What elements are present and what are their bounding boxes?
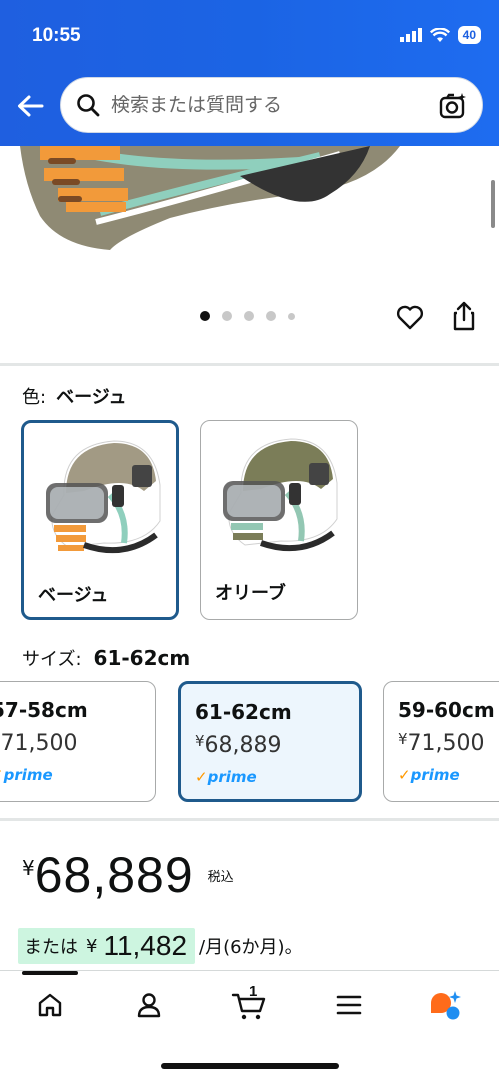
- search-bar[interactable]: [60, 77, 483, 133]
- scrollbar[interactable]: [491, 180, 495, 228]
- size-option-size: 61-62cm: [195, 700, 292, 724]
- size-label: サイズ: 61-62cm: [22, 645, 190, 671]
- battery-indicator: 40: [457, 26, 481, 44]
- pager-dot[interactable]: [200, 311, 210, 321]
- size-option-size: 59-60cm: [398, 698, 495, 722]
- color-label-title: 色:: [22, 387, 47, 408]
- color-option-label: オリーブ: [215, 583, 286, 604]
- prime-badge: ✓prime: [195, 768, 257, 786]
- image-pager[interactable]: [200, 311, 295, 321]
- wifi-icon: [429, 27, 450, 42]
- camera-search-icon[interactable]: [438, 91, 468, 121]
- size-option-price: ¥68,889: [195, 732, 282, 758]
- tab-home[interactable]: [30, 985, 70, 1025]
- size-option-price: ¥71,500: [0, 730, 78, 756]
- app-header: 10:55 40: [0, 0, 499, 146]
- rufus-icon: [431, 991, 461, 1020]
- size-option-selected[interactable]: 61-62cm ¥68,889 ✓prime: [178, 681, 362, 802]
- home-indicator: [161, 1063, 339, 1069]
- active-tab-indicator: [22, 971, 78, 975]
- tab-menu[interactable]: [329, 985, 369, 1025]
- tab-cart[interactable]: 1: [229, 983, 269, 1025]
- size-option-price: ¥71,500: [398, 730, 485, 756]
- size-option[interactable]: 57-58cm ¥71,500 ✓prime: [0, 681, 156, 802]
- size-option-size: 57-58cm: [0, 698, 88, 722]
- tab-account[interactable]: [129, 985, 169, 1025]
- installment-suffix: /月(6か月)。: [199, 937, 303, 958]
- pager-dot[interactable]: [244, 311, 254, 321]
- color-option-label: ベージュ: [38, 585, 109, 606]
- cart-badge: 1: [249, 983, 258, 1000]
- tab-rufus[interactable]: [425, 985, 465, 1025]
- person-icon: [137, 993, 161, 1018]
- status-time: 10:55: [32, 25, 81, 46]
- installment-prefix: または: [24, 937, 78, 958]
- size-label-title: サイズ:: [22, 649, 82, 670]
- home-icon: [38, 993, 62, 1017]
- helmet-thumbnail-olive: [223, 438, 338, 552]
- color-option-olive[interactable]: オリーブ: [200, 420, 358, 620]
- prime-badge: ✓prime: [398, 766, 460, 784]
- pager-dot[interactable]: [222, 311, 232, 321]
- installment-offer[interactable]: または ¥ 11,482 /月(6か月)。: [18, 928, 303, 964]
- heart-icon: [396, 305, 424, 330]
- selected-size: 61-62cm: [93, 646, 191, 670]
- search-icon: [75, 92, 101, 118]
- share-button[interactable]: [449, 300, 479, 332]
- price-amount: 68,889: [34, 847, 194, 903]
- color-label: 色: ベージュ: [22, 383, 126, 409]
- arrow-left-icon: [18, 95, 44, 117]
- selected-color: ベージュ: [56, 387, 127, 408]
- menu-icon: [336, 995, 362, 1015]
- helmet-thumbnail-beige: [46, 440, 161, 554]
- search-input[interactable]: [111, 94, 411, 116]
- status-icons: 40: [399, 26, 481, 44]
- price-currency: ¥: [22, 856, 35, 880]
- installment-amount: 11,482: [103, 930, 188, 961]
- back-button[interactable]: [14, 92, 46, 120]
- pager-dot[interactable]: [288, 312, 295, 320]
- cellular-signal-icon: [399, 28, 422, 42]
- prime-badge: ✓prime: [0, 766, 53, 784]
- color-option-beige[interactable]: ベージュ: [21, 420, 179, 620]
- installment-currency: ¥: [86, 935, 98, 957]
- section-divider: [0, 818, 499, 821]
- share-icon: [453, 301, 475, 331]
- wishlist-button[interactable]: [395, 302, 425, 332]
- section-divider: [0, 363, 499, 366]
- installment-highlight: または ¥ 11,482: [18, 928, 196, 964]
- product-price: ¥ 68,889 税込: [22, 846, 234, 904]
- size-option[interactable]: 59-60cm ¥71,500 ✓prime: [383, 681, 499, 802]
- price-tax-note: 税込: [207, 870, 234, 885]
- pager-dot[interactable]: [266, 311, 276, 321]
